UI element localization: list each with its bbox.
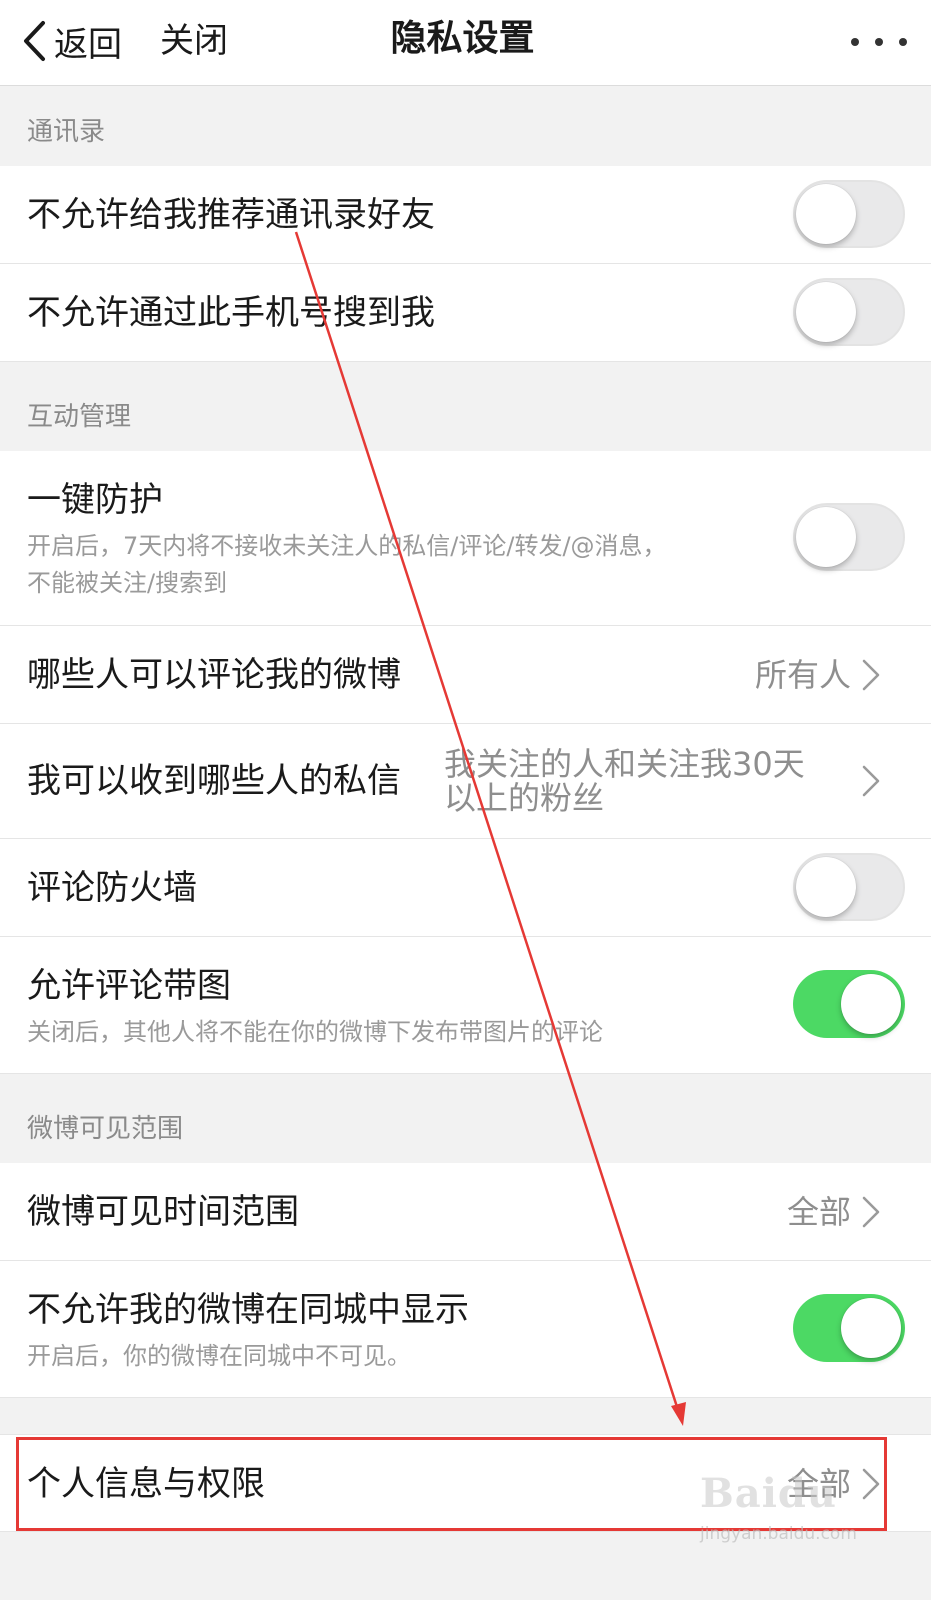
setting-label: 个人信息与权限: [27, 1464, 265, 1504]
toggle-knob: [796, 282, 856, 342]
toggle-knob: [796, 857, 856, 917]
setting-description: 不能被关注/搜索到: [27, 569, 228, 597]
more-dot-icon: [851, 38, 859, 46]
setting-row-comment-firewall[interactable]: 评论防火墙: [0, 839, 931, 937]
chevron-right-icon: [862, 659, 880, 691]
setting-value: 以上的粉丝: [444, 779, 605, 817]
setting-label: 评论防火墙: [27, 868, 197, 908]
setting-label: 微博可见时间范围: [27, 1192, 299, 1232]
setting-row-who-can-message[interactable]: 我可以收到哪些人的私信 我关注的人和关注我30天 以上的粉丝: [0, 724, 931, 839]
setting-row-no-phone-search[interactable]: 不允许通过此手机号搜到我: [0, 264, 931, 362]
toggle-switch-one-key-protect[interactable]: [793, 503, 905, 571]
section-header-contacts: 通讯录: [0, 87, 931, 166]
toggle-switch-comment-firewall[interactable]: [793, 853, 905, 921]
setting-label: 一键防护: [27, 480, 163, 520]
more-dot-icon: [899, 38, 907, 46]
nav-bar: 返回 关闭 隐私设置: [0, 0, 931, 86]
setting-row-no-contact-recommend[interactable]: 不允许给我推荐通讯录好友: [0, 166, 931, 264]
toggle-switch-hide-in-city[interactable]: [793, 1294, 905, 1362]
toggle-knob: [796, 184, 856, 244]
setting-description: 开启后，7天内将不接收未关注人的私信/评论/转发/@消息，: [27, 532, 667, 560]
setting-label: 我可以收到哪些人的私信: [27, 761, 401, 801]
setting-row-visible-time-range[interactable]: 微博可见时间范围 全部: [0, 1163, 931, 1261]
chevron-right-icon: [862, 765, 880, 797]
more-dot-icon: [875, 38, 883, 46]
toggle-knob: [841, 974, 901, 1034]
setting-label: 允许评论带图: [27, 966, 231, 1006]
page-title: 隐私设置: [390, 18, 535, 59]
toggle-knob: [841, 1298, 901, 1358]
setting-row-hide-in-city[interactable]: 不允许我的微博在同城中显示 开启后，你的微博在同城中不可见。: [0, 1261, 931, 1398]
toggle-switch-no-contact-recommend[interactable]: [793, 180, 905, 248]
baidu-watermark: Baidu: [700, 1470, 837, 1517]
setting-value: 全部: [786, 1193, 851, 1231]
setting-row-one-key-protect[interactable]: 一键防护 开启后，7天内将不接收未关注人的私信/评论/转发/@消息， 不能被关注…: [0, 451, 931, 626]
toggle-knob: [796, 507, 856, 567]
setting-description: 开启后，你的微博在同城中不可见。: [27, 1342, 411, 1370]
setting-value: 所有人: [754, 656, 851, 694]
section-header-visibility: 微博可见范围: [0, 1074, 931, 1163]
setting-description: 关闭后，其他人将不能在你的微博下发布带图片的评论: [27, 1018, 603, 1046]
chevron-right-icon: [862, 1196, 880, 1228]
section-header-interaction: 互动管理: [0, 362, 931, 451]
chevron-right-icon: [862, 1468, 880, 1500]
setting-row-comment-images[interactable]: 允许评论带图 关闭后，其他人将不能在你的微博下发布带图片的评论: [0, 937, 931, 1074]
setting-label: 不允许给我推荐通讯录好友: [27, 195, 435, 235]
setting-label: 不允许通过此手机号搜到我: [27, 293, 435, 333]
setting-label: 哪些人可以评论我的微博: [27, 655, 401, 695]
setting-label: 不允许我的微博在同城中显示: [27, 1290, 469, 1330]
setting-value: 我关注的人和关注我30天: [444, 745, 805, 783]
toggle-switch-comment-images[interactable]: [793, 970, 905, 1038]
toggle-switch-no-phone-search[interactable]: [793, 278, 905, 346]
watermark-site: jingyan.baidu.com: [700, 1524, 857, 1544]
setting-row-who-can-comment[interactable]: 哪些人可以评论我的微博 所有人: [0, 626, 931, 724]
more-options-button[interactable]: [851, 30, 907, 54]
